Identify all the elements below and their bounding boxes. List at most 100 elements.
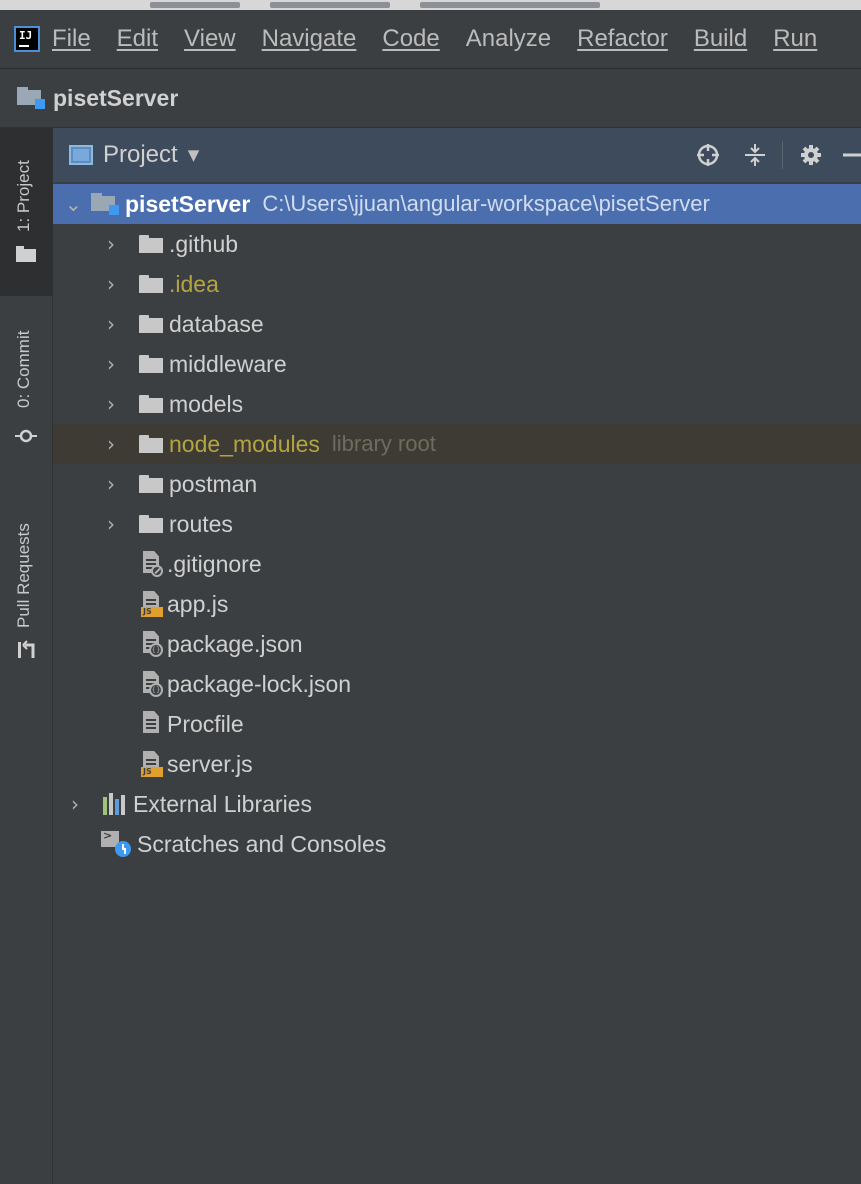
chevron-right-icon[interactable]: ›	[67, 792, 83, 816]
external-libraries-label: External Libraries	[133, 790, 312, 817]
folder-icon	[139, 235, 163, 253]
menu-run[interactable]: Run	[773, 25, 817, 53]
tree-folder-row[interactable]: › node_modules library root	[53, 424, 861, 464]
tree-file-row[interactable]: {} package-lock.json	[53, 664, 861, 704]
libraries-icon	[103, 793, 131, 815]
pull-request-icon	[18, 640, 35, 658]
file-name: .gitignore	[167, 550, 262, 577]
commit-icon	[15, 429, 37, 443]
menu-edit[interactable]: Edit	[117, 25, 158, 53]
gear-icon[interactable]	[799, 143, 823, 167]
file-name: Procfile	[167, 710, 244, 737]
collapse-all-icon[interactable]	[744, 143, 766, 167]
tool-window-stripe: 1: Project 0: Commit Pull Requests	[0, 128, 53, 1184]
menu-analyze[interactable]: Analyze	[466, 25, 551, 53]
chevron-right-icon[interactable]: ›	[103, 312, 119, 336]
folder-icon	[139, 355, 163, 373]
chevron-right-icon[interactable]: ›	[103, 472, 119, 496]
tree-folder-row[interactable]: › .idea	[53, 264, 861, 304]
module-folder-icon	[17, 87, 45, 109]
library-root-hint: library root	[331, 431, 436, 456]
json-file-icon: {}	[141, 631, 163, 657]
folder-name: .github	[169, 230, 239, 257]
tree-file-row[interactable]: .gitignore	[53, 544, 861, 584]
tree-folder-row[interactable]: › middleware	[53, 344, 861, 384]
commit-tool-button[interactable]: 0: Commit	[0, 312, 52, 462]
chevron-down-icon[interactable]: ⌄	[65, 192, 82, 216]
scratches-icon	[101, 831, 131, 857]
tree-folder-row[interactable]: › routes	[53, 504, 861, 544]
folder-name: models	[169, 390, 244, 417]
file-name: package-lock.json	[167, 670, 352, 697]
tree-folder-row[interactable]: › database	[53, 304, 861, 344]
tree-root-row[interactable]: ⌄ pisetServer C:\Users\jjuan\angular-wor…	[53, 184, 861, 224]
text-file-icon	[141, 711, 163, 737]
root-module-path: C:\Users\jjuan\angular-workspace\pisetSe…	[262, 191, 710, 216]
folder-name: routes	[169, 510, 233, 537]
menu-bar: IJ File Edit View Navigate Code Analyze …	[0, 10, 861, 69]
tree-file-row[interactable]: JS server.js	[53, 744, 861, 784]
tree-external-libraries-row[interactable]: › External Libraries	[53, 784, 861, 824]
file-name: app.js	[167, 590, 229, 617]
menu-view[interactable]: View	[184, 25, 236, 53]
logo-text: IJ	[19, 29, 33, 42]
tree-folder-row[interactable]: › models	[53, 384, 861, 424]
pull-requests-tool-button[interactable]: Pull Requests	[0, 488, 52, 668]
chevron-right-icon[interactable]: ›	[103, 232, 119, 256]
folder-icon	[139, 315, 163, 333]
folder-icon	[16, 246, 36, 262]
intellij-logo-icon: IJ	[14, 26, 40, 52]
javascript-file-icon: JS	[141, 591, 163, 617]
minimize-icon[interactable]	[843, 143, 861, 167]
project-view-selector[interactable]: Project	[103, 141, 178, 169]
blurred-content	[150, 2, 240, 8]
chevron-down-icon[interactable]: ▼	[188, 146, 200, 164]
project-tool-button[interactable]: 1: Project	[0, 128, 52, 296]
menu-code[interactable]: Code	[382, 25, 439, 53]
json-file-icon: {}	[141, 671, 163, 697]
scratches-label: Scratches and Consoles	[137, 830, 387, 857]
blurred-content	[420, 2, 600, 8]
folder-icon	[139, 475, 163, 493]
chevron-right-icon[interactable]: ›	[103, 432, 119, 456]
root-module-name: pisetServer	[125, 190, 251, 217]
project-panel-header: Project ▼	[53, 128, 861, 182]
navigation-bar: pisetServer	[0, 69, 861, 128]
folder-name: middleware	[169, 350, 287, 377]
folder-icon	[139, 275, 163, 293]
pull-requests-tool-label: Pull Requests	[14, 523, 33, 628]
chevron-right-icon[interactable]: ›	[103, 392, 119, 416]
folder-name: database	[169, 310, 264, 337]
window-top-strip	[0, 0, 861, 10]
toolbar-separator	[782, 141, 783, 169]
tree-file-row[interactable]: {} package.json	[53, 624, 861, 664]
project-tool-label: 1: Project	[14, 160, 33, 232]
locate-icon[interactable]	[696, 143, 720, 167]
commit-tool-label: 0: Commit	[14, 330, 33, 408]
project-tool-window: Project ▼ ⌄ pisetServer C:\Users\jjuan\a…	[53, 128, 861, 1184]
folder-name: postman	[169, 470, 258, 497]
file-name: server.js	[167, 750, 253, 777]
menu-file[interactable]: File	[52, 25, 91, 53]
chevron-right-icon[interactable]: ›	[103, 352, 119, 376]
folder-name: .idea	[169, 270, 219, 297]
menu-build[interactable]: Build	[694, 25, 747, 53]
project-breadcrumb[interactable]: pisetServer	[53, 85, 178, 112]
folder-name: node_modules	[169, 430, 320, 457]
menu-refactor[interactable]: Refactor	[577, 25, 668, 53]
tree-file-row[interactable]: Procfile	[53, 704, 861, 744]
file-name: package.json	[167, 630, 303, 657]
folder-icon	[139, 395, 163, 413]
tree-file-row[interactable]: JS app.js	[53, 584, 861, 624]
javascript-file-icon: JS	[141, 751, 163, 777]
tree-folder-row[interactable]: › .github	[53, 224, 861, 264]
menu-navigate[interactable]: Navigate	[262, 25, 357, 53]
folder-icon	[139, 515, 163, 533]
tree-folder-row[interactable]: › postman	[53, 464, 861, 504]
gitignore-file-icon	[141, 551, 163, 577]
tree-scratches-row[interactable]: Scratches and Consoles	[53, 824, 861, 864]
chevron-right-icon[interactable]: ›	[103, 512, 119, 536]
chevron-right-icon[interactable]: ›	[103, 272, 119, 296]
blurred-content	[270, 2, 390, 8]
module-folder-icon	[91, 193, 119, 215]
